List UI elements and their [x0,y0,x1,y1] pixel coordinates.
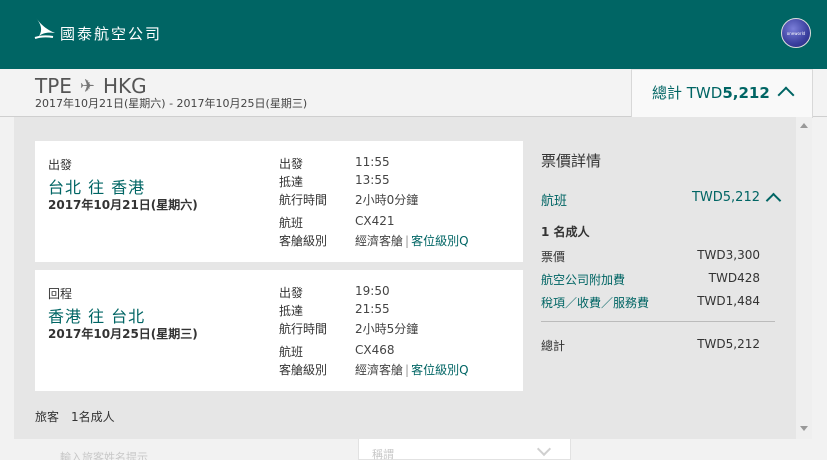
flight-direction: 出發 [48,158,73,172]
depart-time: 19:50 [355,284,390,298]
arrive-time: 13:55 [355,173,390,187]
arrive-label: 抵達 [279,304,304,318]
duration-value: 2小時5分鐘 [355,322,419,336]
cabin-name: 經濟客艙 [355,363,404,377]
duration-label: 航行時間 [279,322,328,336]
brushwing-logo-icon [34,18,55,39]
booking-class-link[interactable]: 客位級別Q [411,363,468,377]
fare-row-surcharge: 航空公司附加費 TWD428 [541,271,784,288]
flight-number-label: 航班 [279,345,304,359]
title-select-placeholder: 稱謂 [372,448,394,460]
fare-total-value: TWD5,212 [697,337,760,351]
fare-total-label: 總計 [541,339,566,353]
cabin-name: 經濟客艙 [355,234,404,248]
fare-row-label: 票價 [541,250,566,264]
top-bar: 國泰航空公司 oneworld [0,0,827,69]
flight-date: 2017年10月21日(星期六) [48,198,198,212]
total-price-label: 總計 TWD5,212 [652,84,770,102]
scroll-down-arrow-icon[interactable] [800,426,808,431]
separator: | [405,363,410,377]
cabin-label: 客艙級別 [279,363,328,377]
fare-row-link[interactable]: 稅項／收費／服務費 [541,296,649,310]
outbound-flight-card: 出發 台北 往 香港 2017年10月21日(星期六) 出發 11:55 抵達 … [35,141,523,262]
fare-row-value: TWD428 [708,271,760,285]
trip-dates: 2017年10月21日(星期六) - 2017年10月25日(星期三) [35,97,308,110]
fare-row-link[interactable]: 航空公司附加費 [541,273,625,287]
oneworld-logo-text: oneworld [786,31,806,36]
fare-divider [541,321,775,322]
scroll-up-arrow-icon[interactable] [800,123,808,128]
fare-row-value: TWD3,300 [697,248,760,262]
duration-label: 航行時間 [279,193,328,207]
chevron-up-icon [777,86,795,104]
total-price-toggle[interactable]: 總計 TWD5,212 [631,69,813,118]
arrive-label: 抵達 [279,175,304,189]
scrollbar[interactable] [796,117,812,439]
return-flight-card: 回程 香港 往 台北 2017年10月25日(星期三) 出發 19:50 抵達 … [35,270,523,391]
fare-flight-toggle[interactable]: 航班 TWD5,212 [541,190,784,209]
flight-number: CX421 [355,214,395,228]
fare-row-base: 票價 TWD3,300 [541,248,784,265]
fare-row-taxes: 稅項／收費／服務費 TWD1,484 [541,294,784,311]
logo[interactable]: 國泰航空公司 [33,16,162,44]
duration-value: 2小時0分鐘 [355,193,419,207]
fare-row-value: TWD1,484 [697,294,760,308]
passenger-count: 旅客 1名成人 [35,410,115,424]
chevron-down-icon [536,441,552,457]
depart-time: 11:55 [355,155,390,169]
flight-date: 2017年10月25日(星期三) [48,327,198,341]
faded-hint-text: 輸入旅客姓名提示 [60,451,148,460]
fare-flight-total: TWD5,212 [691,190,760,205]
oneworld-logo: oneworld [781,18,811,48]
flight-route: 台北 往 香港 [48,178,146,197]
plane-icon: ✈ [79,75,96,97]
fare-details-title: 票價詳情 [541,152,602,170]
cabin-label: 客艙級別 [279,234,328,248]
chevron-up-icon [765,192,782,209]
depart-label: 出發 [279,286,304,300]
cabin-value: 經濟客艙 | 客位級別Q [355,361,469,378]
flight-direction: 回程 [48,287,73,301]
flight-number: CX468 [355,343,395,357]
flight-number-label: 航班 [279,216,304,230]
passenger-form-area: 輸入旅客姓名提示 稱謂 [0,439,827,460]
fare-adults: 1 名成人 [541,225,590,239]
arrive-time: 21:55 [355,302,390,316]
separator: | [405,234,410,248]
title-select[interactable]: 稱謂 [358,439,571,460]
flight-route: 香港 往 台北 [48,307,146,326]
depart-label: 出發 [279,157,304,171]
cabin-value: 經濟客艙 | 客位級別Q [355,232,469,249]
fare-total-row: 總計 TWD5,212 [541,337,784,354]
booking-class-link[interactable]: 客位級別Q [411,234,468,248]
fare-flight-label: 航班 [541,194,568,209]
brand-name: 國泰航空公司 [60,24,163,43]
